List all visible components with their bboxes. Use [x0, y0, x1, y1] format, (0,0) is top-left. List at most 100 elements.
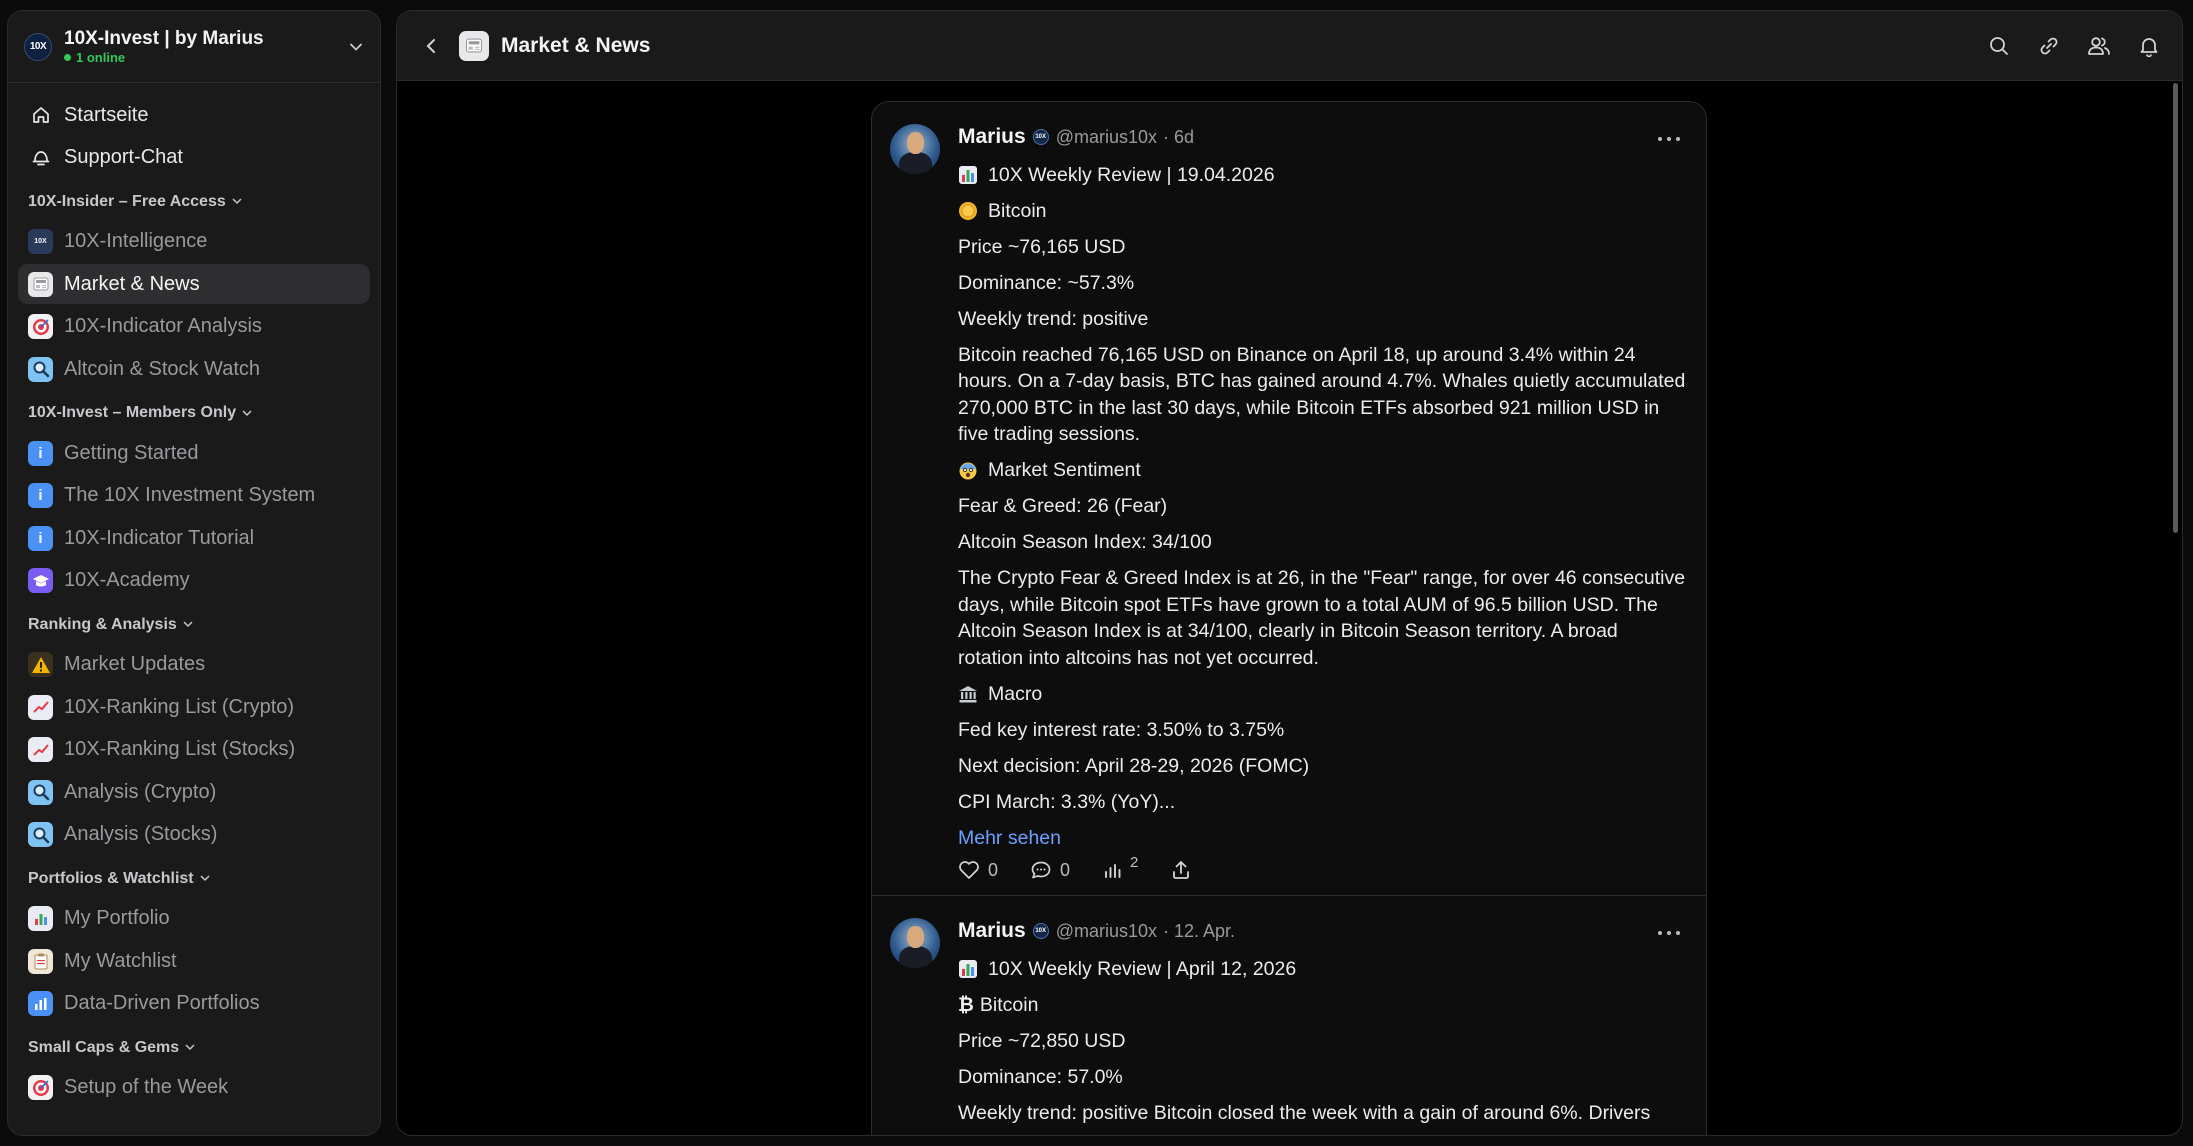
- sidebar-item-altcoin-stock-watch[interactable]: Altcoin & Stock Watch: [18, 349, 370, 389]
- share-icon: [1173, 861, 1190, 879]
- channel-header: Market & News: [397, 11, 2182, 81]
- main-panel: Market & News Marius 10X @marius10x · 6d: [396, 10, 2183, 1136]
- sidebar-item-10x-intelligence[interactable]: 10X 10X-Intelligence: [18, 222, 370, 262]
- sidebar-item-market-updates[interactable]: Market Updates: [18, 645, 370, 685]
- chevron-down-icon: [200, 875, 210, 882]
- section-header-portfolios-watchlist[interactable]: Portfolios & Watchlist: [18, 859, 370, 899]
- newspaper-icon: [459, 30, 489, 61]
- post-paragraph: Bitcoin reached 76,165 USD on Binance on…: [958, 343, 1686, 446]
- avatar[interactable]: [890, 124, 940, 174]
- sidebar-item-label: Getting Started: [64, 441, 199, 464]
- info-icon: i: [28, 440, 53, 466]
- sidebar-nav: Startseite Support-Chat 10X-Insider – Fr…: [8, 83, 380, 1108]
- post-actions: 0 0 2: [958, 854, 1686, 895]
- post-line-text: Fear & Greed: 26 (Fear): [958, 495, 1168, 517]
- sidebar-item-startseite[interactable]: Startseite: [18, 95, 370, 135]
- sidebar-item-label: Market Updates: [64, 653, 206, 675]
- post: Marius 10X @marius10x · 12. Apr. 10X Wee…: [872, 895, 1706, 1126]
- home-icon: [28, 103, 53, 128]
- post-line: Market Sentiment: [958, 457, 1686, 484]
- section-header-ranking-analysis[interactable]: Ranking & Analysis: [18, 605, 370, 645]
- target-icon: [28, 314, 53, 339]
- workspace-logo: 10X: [24, 32, 52, 61]
- section-header-members-only[interactable]: 10X-Invest – Members Only: [18, 393, 370, 433]
- sidebar-item-analysis-stocks[interactable]: Analysis (Stocks): [18, 815, 370, 855]
- page-title: Market & News: [501, 33, 651, 57]
- workspace-info: 10X-Invest | by Marius 1 online: [64, 28, 346, 66]
- verified-badge-icon: 10X: [1032, 129, 1049, 145]
- sidebar-item-analysis-crypto[interactable]: Analysis (Crypto): [18, 772, 370, 812]
- author-handle[interactable]: @marius10x: [1056, 127, 1157, 148]
- chevron-down-icon[interactable]: [346, 37, 366, 57]
- post-line-text: Dominance: 57.0%: [958, 1065, 1123, 1088]
- online-status: 1 online: [64, 50, 346, 66]
- sidebar-item-data-driven-portfolios[interactable]: Data-Driven Portfolios: [18, 984, 370, 1024]
- comment-button[interactable]: 0: [1030, 860, 1070, 881]
- bell-icon[interactable]: [2134, 31, 2164, 61]
- post-header: Marius 10X @marius10x · 12. Apr.: [958, 916, 1686, 946]
- post-line: Dominance: 57.0%: [958, 1064, 1686, 1091]
- sidebar: 10X 10X-Invest | by Marius 1 online Star…: [7, 10, 381, 1136]
- bar-chart-icon: [958, 959, 978, 979]
- verified-badge-icon: 10X: [1032, 923, 1049, 939]
- post-line-text: Macro: [988, 682, 1043, 705]
- post-line: Price ~72,850 USD: [958, 1028, 1686, 1055]
- sidebar-item-market-news[interactable]: Market & News: [18, 264, 370, 304]
- scrollbar[interactable]: [2173, 83, 2178, 533]
- more-options-icon[interactable]: [1658, 926, 1680, 940]
- newspaper-icon: [28, 271, 53, 297]
- chart-up-icon: [28, 694, 53, 720]
- post-line: Next decision: April 28-29, 2026 (FOMC): [958, 753, 1686, 780]
- sidebar-item-10x-indicator-analysis[interactable]: 10X-Indicator Analysis: [18, 307, 370, 347]
- sidebar-item-10x-academy[interactable]: 10X-Academy: [18, 561, 370, 601]
- link-icon[interactable]: [2034, 31, 2064, 61]
- sidebar-item-my-portfolio[interactable]: My Portfolio: [18, 899, 370, 939]
- section-title: 10X-Insider – Free Access: [28, 192, 226, 210]
- workspace-switcher[interactable]: 10X 10X-Invest | by Marius 1 online: [8, 11, 380, 83]
- sidebar-item-label: Support-Chat: [64, 146, 183, 168]
- see-more-link[interactable]: Mehr sehen: [958, 825, 1686, 851]
- post-line-text: Bitcoin: [979, 993, 1039, 1016]
- post-line-text: Price ~76,165 USD: [958, 235, 1126, 258]
- author-handle[interactable]: @marius10x: [1056, 921, 1157, 942]
- comment-count: 0: [1060, 859, 1071, 880]
- sidebar-item-my-watchlist[interactable]: My Watchlist: [18, 941, 370, 981]
- search-icon[interactable]: [1984, 31, 2014, 61]
- author-name[interactable]: Marius: [958, 125, 1026, 149]
- author-name[interactable]: Marius: [958, 919, 1026, 943]
- members-icon[interactable]: [2084, 31, 2114, 61]
- post-line-text: 10X Weekly Review | 19.04.2026: [988, 163, 1275, 186]
- magnifier-icon: [28, 822, 53, 847]
- bar-chart-blue-icon: [28, 991, 53, 1016]
- sidebar-item-label: 10X-Ranking List (Crypto): [64, 695, 295, 718]
- post-line-text: Market Sentiment: [988, 459, 1141, 481]
- sidebar-item-setup-of-the-week[interactable]: Setup of the Week: [18, 1068, 370, 1108]
- chevron-down-icon: [183, 621, 193, 628]
- post-line: Bitcoin: [958, 198, 1686, 225]
- section-header-free-access[interactable]: 10X-Insider – Free Access: [18, 182, 370, 222]
- sidebar-item-label: 10X-Indicator Analysis: [64, 315, 262, 337]
- magnifier-icon: [28, 356, 53, 382]
- sidebar-item-label: 10X-Indicator Tutorial: [64, 526, 255, 549]
- post-feed: Marius 10X @marius10x · 6d 10X Weekly Re…: [871, 101, 1707, 1135]
- sidebar-item-label: The 10X Investment System: [64, 484, 316, 506]
- sidebar-item-support-chat[interactable]: Support-Chat: [18, 138, 370, 178]
- chevron-down-icon: [185, 1044, 195, 1051]
- sidebar-item-ranking-crypto[interactable]: 10X-Ranking List (Crypto): [18, 687, 370, 727]
- post-line: Fear & Greed: 26 (Fear): [958, 493, 1686, 520]
- clipboard-icon: [28, 948, 53, 974]
- views-button[interactable]: 2: [1102, 854, 1138, 880]
- avatar[interactable]: [890, 918, 940, 968]
- like-button[interactable]: 0: [958, 860, 998, 881]
- section-header-small-caps[interactable]: Small Caps & Gems: [18, 1028, 370, 1068]
- sidebar-item-investment-system[interactable]: i The 10X Investment System: [18, 476, 370, 516]
- support-icon: [28, 145, 53, 170]
- more-options-icon[interactable]: [1658, 132, 1680, 146]
- views-chart-icon: [1105, 864, 1121, 878]
- sidebar-item-getting-started[interactable]: i Getting Started: [18, 433, 370, 473]
- sidebar-item-label: Setup of the Week: [64, 1076, 229, 1098]
- share-button[interactable]: [1170, 859, 1200, 881]
- sidebar-item-ranking-stocks[interactable]: 10X-Ranking List (Stocks): [18, 730, 370, 770]
- sidebar-item-indicator-tutorial[interactable]: i 10X-Indicator Tutorial: [18, 518, 370, 558]
- back-arrow-icon[interactable]: [419, 34, 443, 58]
